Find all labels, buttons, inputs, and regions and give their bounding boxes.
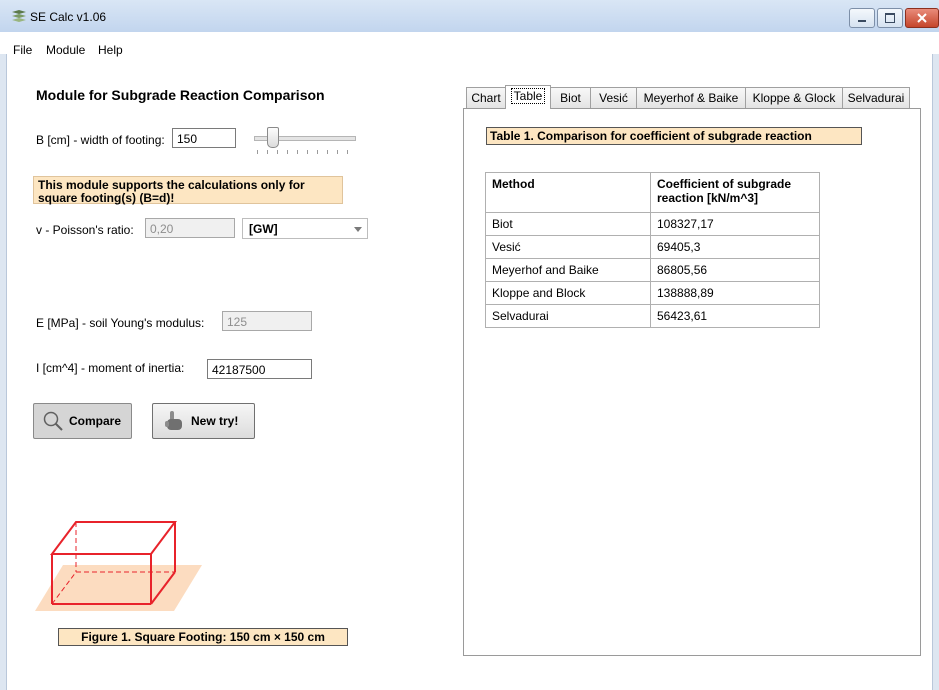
menu-module[interactable]: Module xyxy=(46,43,85,57)
method-cell: Selvadurai xyxy=(485,304,651,328)
soil-type-select[interactable]: [GW] xyxy=(242,218,368,239)
value-cell: 86805,56 xyxy=(650,258,820,282)
tab-kloppe-glock[interactable]: Kloppe & Glock xyxy=(745,87,843,108)
table-row: Meyerhof and Baike 86805,56 xyxy=(485,258,820,282)
window-right-border xyxy=(932,54,939,690)
value-cell: 108327,17 xyxy=(650,212,820,236)
method-cell: Kloppe and Block xyxy=(485,281,651,305)
menu-file[interactable]: File xyxy=(13,43,32,57)
square-footing-note: This module supports the calculations on… xyxy=(33,176,343,205)
table-row: Biot 108327,17 xyxy=(485,212,820,236)
tab-table[interactable]: Table xyxy=(505,85,551,109)
tab-chart[interactable]: Chart xyxy=(466,87,506,108)
poisson-label: v - Poisson's ratio: xyxy=(36,223,134,237)
slider-ticks xyxy=(257,150,353,154)
inertia-label: I [cm^4] - moment of inertia: xyxy=(36,361,185,375)
table-tab-panel: Table 1. Comparison for coefficient of s… xyxy=(463,108,921,656)
minimize-icon xyxy=(858,20,866,22)
maximize-icon xyxy=(885,13,895,23)
hand-pointer-icon xyxy=(165,411,182,430)
youngs-modulus-label: E [MPa] - soil Young's modulus: xyxy=(36,316,205,330)
width-slider[interactable] xyxy=(250,122,360,162)
width-label: B [cm] - width of footing: xyxy=(36,133,165,147)
header-method: Method xyxy=(485,172,651,213)
search-icon xyxy=(43,411,63,431)
app-icon xyxy=(12,10,26,22)
chevron-down-icon xyxy=(354,227,362,232)
method-cell: Vesić xyxy=(485,235,651,259)
tab-biot[interactable]: Biot xyxy=(550,87,591,108)
value-cell: 69405,3 xyxy=(650,235,820,259)
youngs-modulus-input[interactable]: 125 xyxy=(222,311,312,331)
window-left-border xyxy=(0,54,7,690)
table-header-row: Method Coefficient of subgrade reaction … xyxy=(485,172,820,213)
method-cell: Biot xyxy=(485,212,651,236)
header-coefficient: Coefficient of subgrade reaction [kN/m^3… xyxy=(650,172,820,213)
square-footing-figure xyxy=(35,521,202,611)
compare-label: Compare xyxy=(69,414,122,428)
value-cell: 56423,61 xyxy=(650,304,820,328)
slider-thumb[interactable] xyxy=(267,127,279,148)
title-bar: SE Calc v1.06 xyxy=(0,0,939,33)
menu-help[interactable]: Help xyxy=(98,43,123,57)
close-button[interactable] xyxy=(905,8,939,28)
tab-meyerhof-baike[interactable]: Meyerhof & Baike xyxy=(636,87,746,108)
table-row: Kloppe and Block 138888,89 xyxy=(485,281,820,305)
table-row: Selvadurai 56423,61 xyxy=(485,304,820,328)
tab-vesic[interactable]: Vesić xyxy=(590,87,637,108)
close-icon xyxy=(917,13,927,23)
maximize-button[interactable] xyxy=(877,8,903,28)
table-row: Vesić 69405,3 xyxy=(485,235,820,259)
new-try-button[interactable]: New try! xyxy=(152,403,255,439)
table-caption: Table 1. Comparison for coefficient of s… xyxy=(486,127,862,145)
subgrade-reaction-table: Method Coefficient of subgrade reaction … xyxy=(485,172,820,328)
width-input[interactable]: 150 xyxy=(172,128,236,148)
figure-caption: Figure 1. Square Footing: 150 cm × 150 c… xyxy=(58,628,348,646)
inertia-input[interactable]: 42187500 xyxy=(207,359,312,379)
tab-selvadurai[interactable]: Selvadurai xyxy=(842,87,910,108)
new-try-label: New try! xyxy=(191,414,239,428)
window-title: SE Calc v1.06 xyxy=(30,10,107,24)
value-cell: 138888,89 xyxy=(650,281,820,305)
minimize-button[interactable] xyxy=(849,8,875,28)
soil-type-value: [GW] xyxy=(249,222,278,236)
module-heading: Module for Subgrade Reaction Comparison xyxy=(36,87,325,103)
menu-bar: File Module Help xyxy=(0,32,939,57)
method-cell: Meyerhof and Baike xyxy=(485,258,651,282)
poisson-input[interactable]: 0,20 xyxy=(145,218,235,238)
compare-button[interactable]: Compare xyxy=(33,403,132,439)
